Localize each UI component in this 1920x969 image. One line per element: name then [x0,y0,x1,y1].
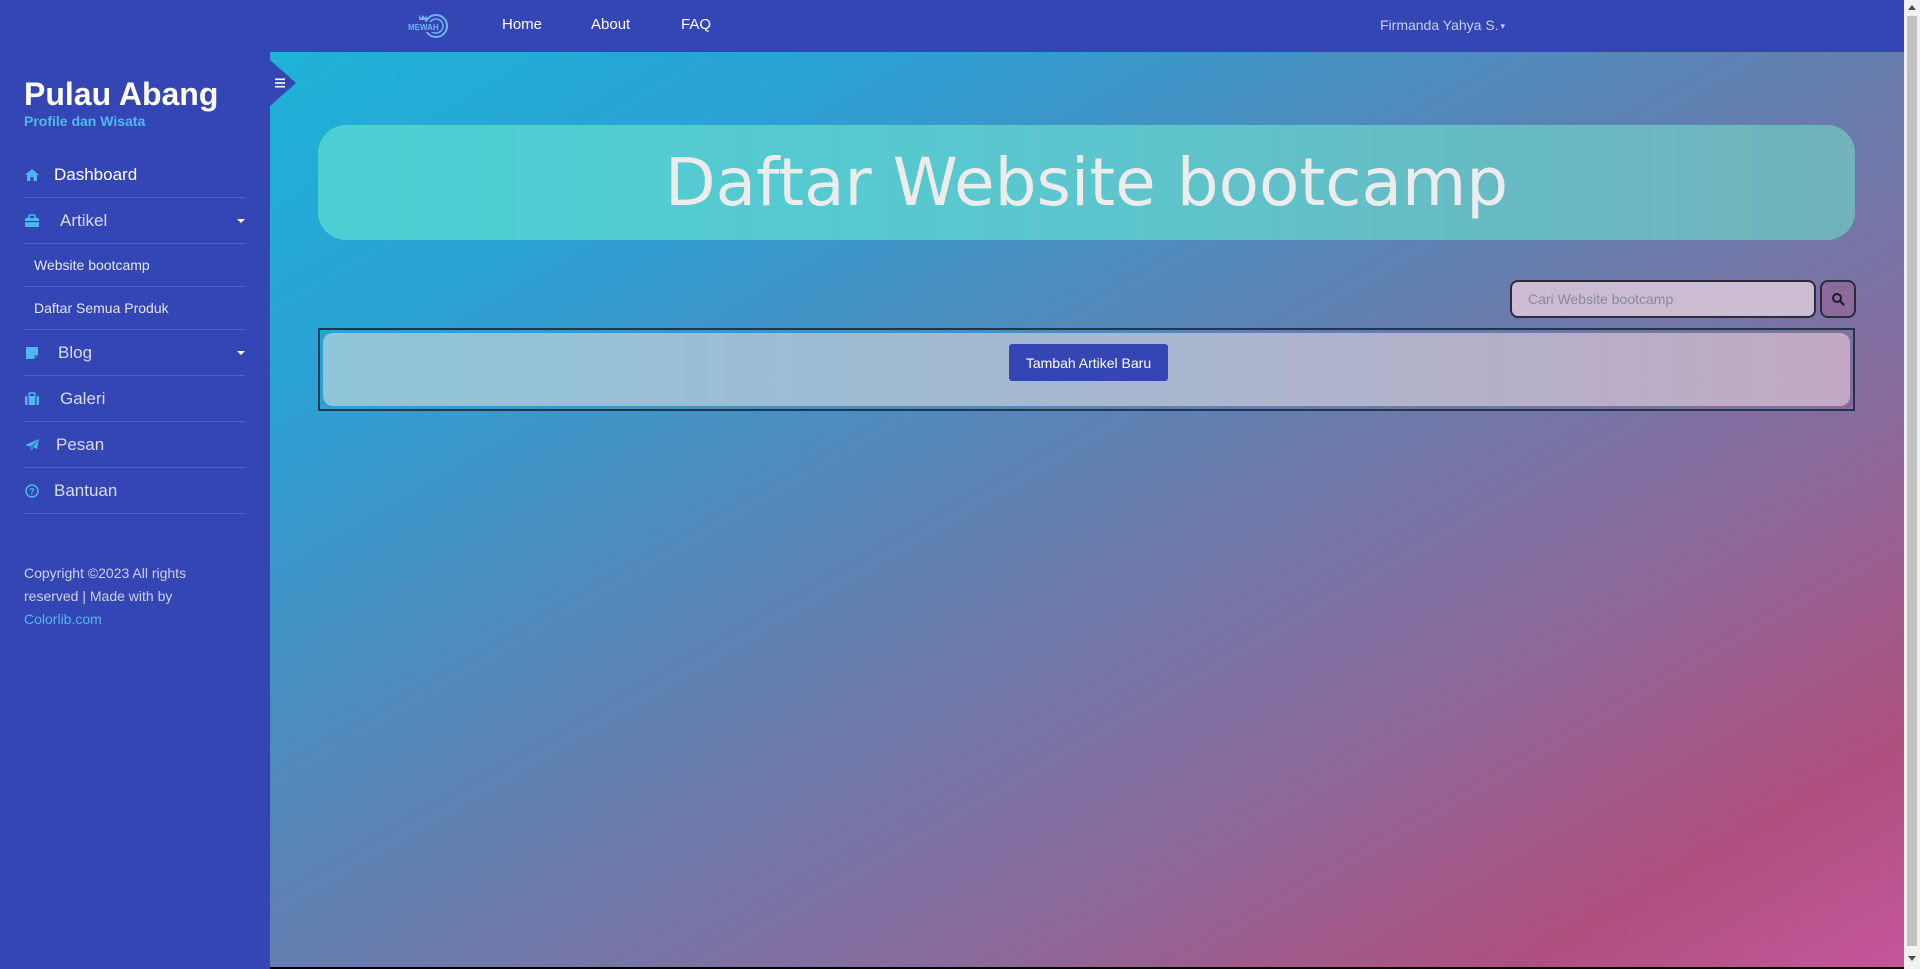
sidebar-menu: Dashboard Artikel Website bootcamp Dafta… [24,152,245,514]
site-title: Pulau Abang [24,76,219,112]
search-input[interactable] [1510,280,1816,318]
nav-about-link[interactable]: About [591,16,630,33]
sidebar-item-label: Galeri [60,388,106,408]
svg-text:?: ? [29,486,35,496]
page-scrollbar[interactable] [1904,0,1920,969]
scroll-up-arrow-icon[interactable] [1908,5,1916,10]
sidebar-item-blog[interactable]: Blog [24,330,245,376]
logo-text: MEWAH [408,23,439,32]
scrollbar-thumb[interactable] [1907,16,1917,946]
sidebar-footer: Copyright ©2023 All rights reserved | Ma… [24,562,224,631]
colorlib-link[interactable]: Colorlib.com [24,611,102,627]
scroll-down-arrow-icon[interactable] [1908,956,1916,961]
sticky-note-icon [24,345,40,361]
caret-down-icon: ▾ [1500,20,1506,31]
sidebar-item-label: Blog [58,342,93,362]
article-list-card: Tambah Artikel Baru [318,328,1855,411]
top-navbar: MEWAH Home About FAQ Firmanda Yahya S. ▾ [0,0,1904,52]
sidebar-subitem-website-bootcamp[interactable]: Website bootcamp [24,244,245,287]
sidebar-item-artikel[interactable]: Artikel [24,198,245,244]
sidebar-item-galeri[interactable]: Galeri [24,376,245,422]
briefcase-icon [24,213,40,229]
copyright-text: Copyright ©2023 All rights reserved | Ma… [24,565,187,604]
article-list-card-body: Tambah Artikel Baru [323,333,1850,406]
hamburger-icon [275,78,285,88]
paper-plane-icon [24,437,40,453]
nav-home-link[interactable]: Home [502,16,542,33]
site-subtitle: Profile dan Wisata [24,113,146,129]
sidebar-item-label: Bantuan [54,480,118,500]
main-content: Daftar Website bootcamp Tambah Artikel B… [270,52,1904,967]
search-icon [1832,293,1845,306]
sidebar-item-dashboard[interactable]: Dashboard [24,152,245,198]
sidebar-item-pesan[interactable]: Pesan [24,422,245,468]
user-name: Firmanda Yahya S. [1380,17,1499,33]
home-icon [24,167,40,183]
page-title-banner: Daftar Website bootcamp [318,125,1855,240]
user-menu-dropdown[interactable]: Firmanda Yahya S. ▾ [1380,17,1505,33]
brand-logo[interactable]: MEWAH [406,12,450,40]
question-circle-icon: ? [24,483,40,499]
sidebar-item-bantuan[interactable]: ? Bantuan [24,468,245,514]
suitcase-icon [24,391,40,407]
sidebar-subitem-daftar-semua-produk[interactable]: Daftar Semua Produk [24,287,245,330]
page-title: Daftar Website bootcamp [664,144,1509,221]
sidebar-item-label: Pesan [56,434,105,454]
sidebar-toggle-button[interactable] [270,60,296,106]
caret-down-icon [237,219,245,223]
search-button[interactable] [1820,280,1856,318]
sidebar-item-label: Dashboard [54,164,138,184]
add-article-button[interactable]: Tambah Artikel Baru [1009,344,1168,381]
nav-faq-link[interactable]: FAQ [681,16,711,33]
sidebar-item-label: Artikel [60,210,108,230]
caret-down-icon [237,351,245,355]
sidebar: Pulau Abang Profile dan Wisata Dashboard… [0,52,270,969]
